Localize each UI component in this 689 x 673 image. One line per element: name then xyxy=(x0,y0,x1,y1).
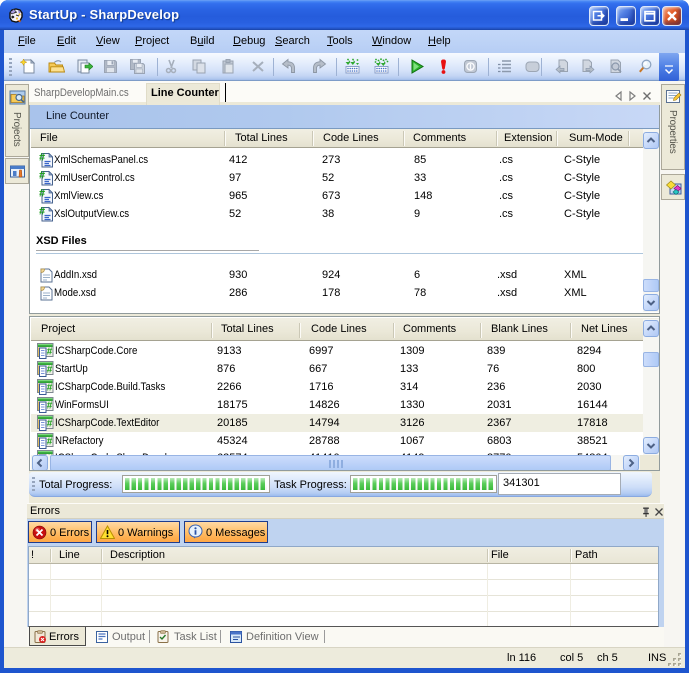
svg-text:#: # xyxy=(47,401,53,412)
svg-text:#: # xyxy=(39,152,45,164)
svg-text:#: # xyxy=(47,347,53,358)
svg-text:#: # xyxy=(39,206,45,218)
svg-text:#: # xyxy=(47,365,53,376)
svg-text:#: # xyxy=(39,170,45,182)
svg-text:#: # xyxy=(39,188,45,200)
svg-text:#: # xyxy=(47,419,53,430)
svg-text:#: # xyxy=(47,437,53,448)
svg-text:#: # xyxy=(47,383,53,394)
